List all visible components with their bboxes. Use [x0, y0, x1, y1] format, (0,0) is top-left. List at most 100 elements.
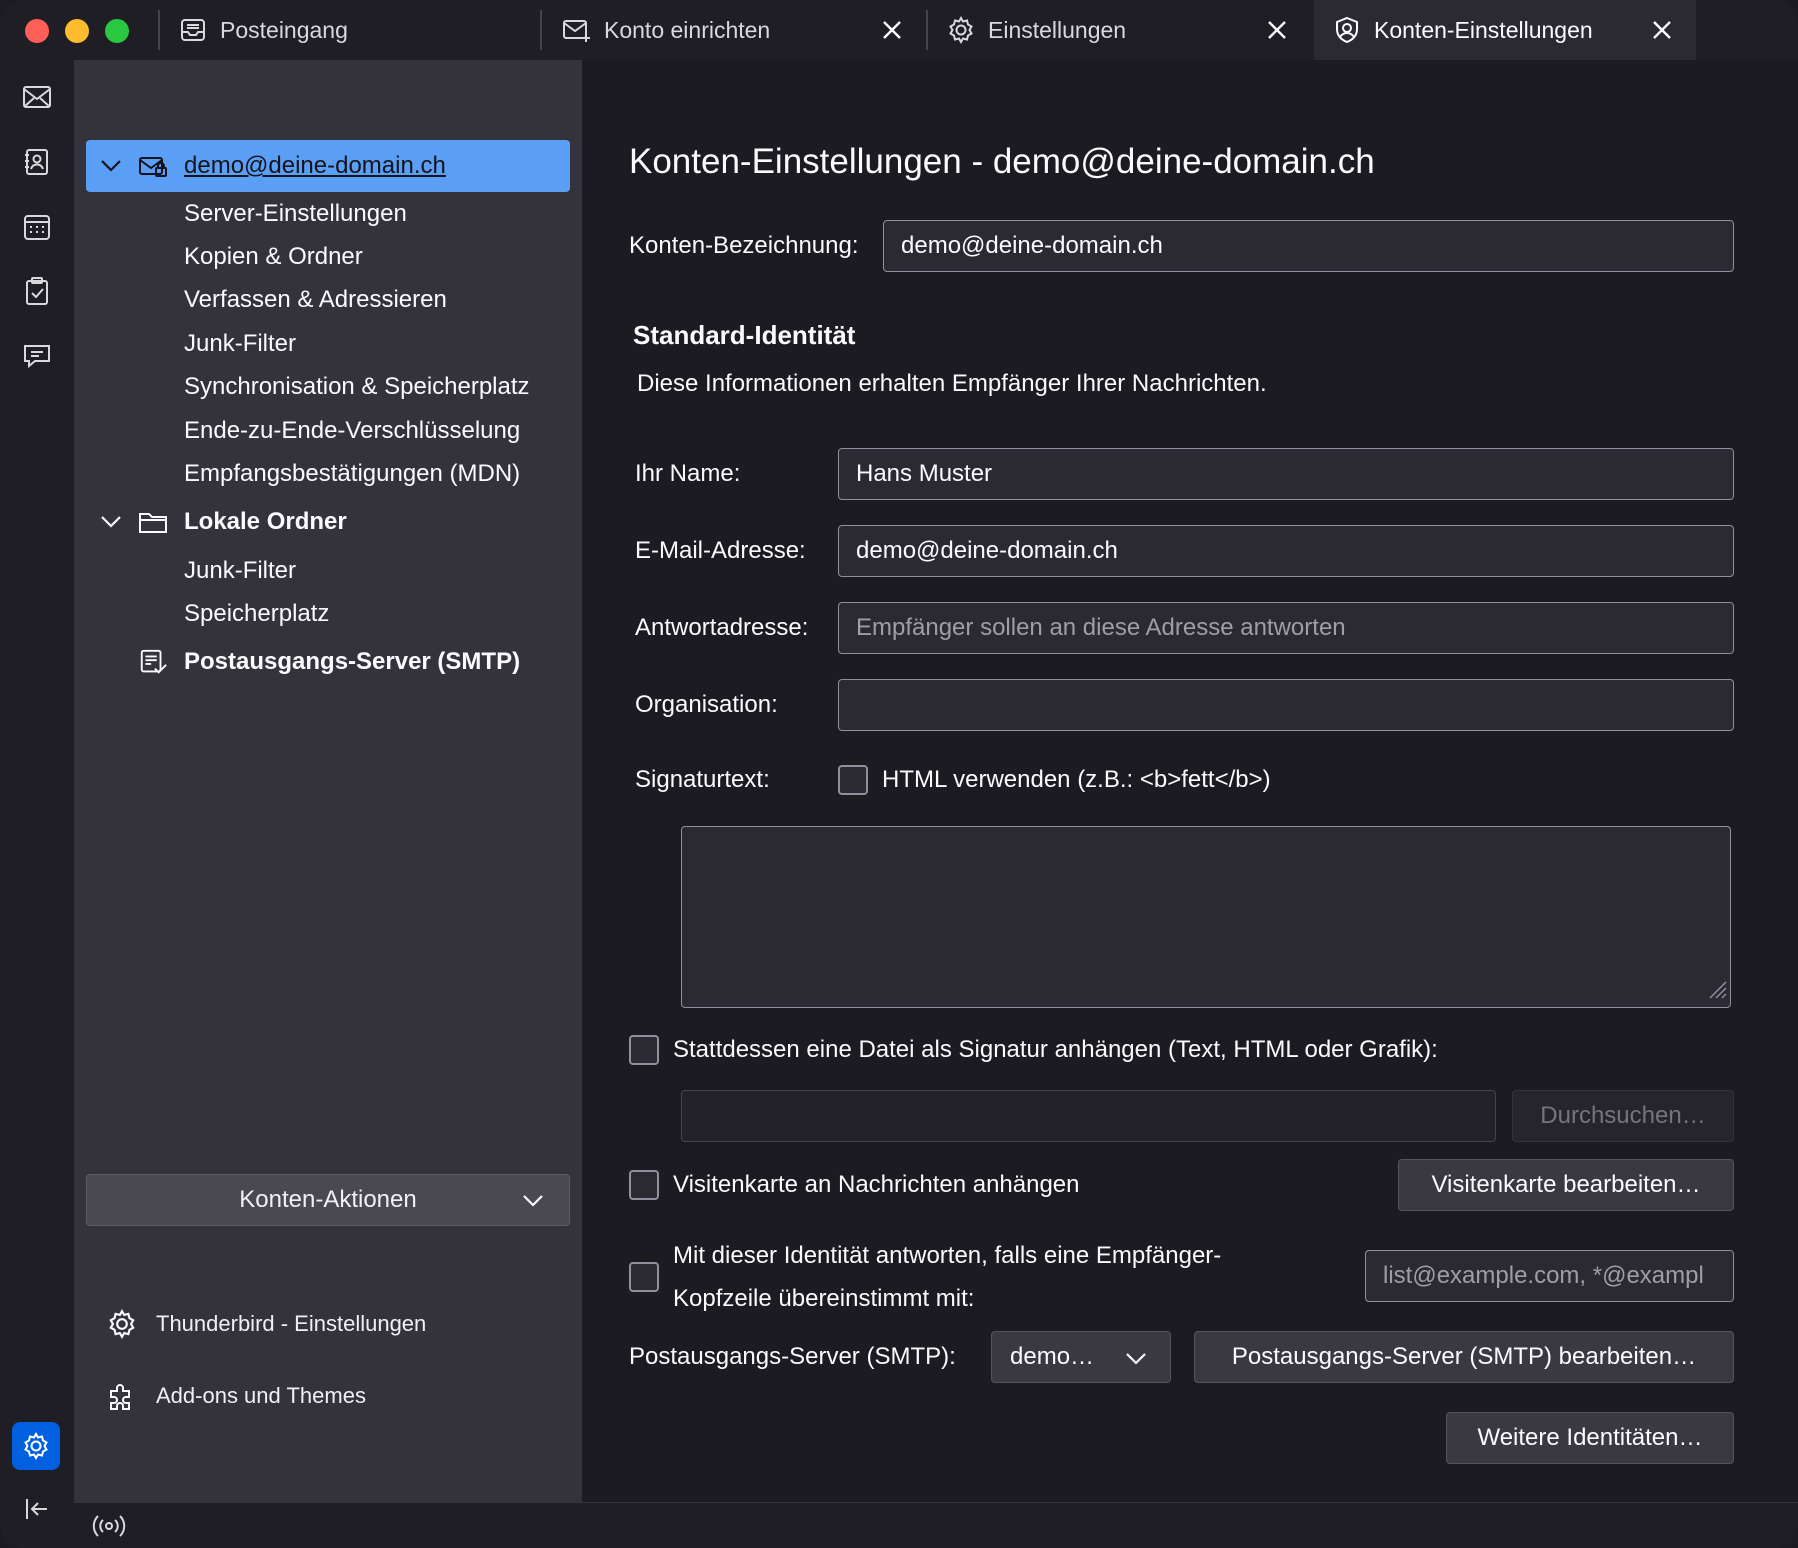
- page-title: Konten-Einstellungen - demo@deine-domain…: [629, 142, 1375, 181]
- identity-description: Diese Informationen erhalten Empfänger I…: [637, 370, 1267, 397]
- collapse-toolbar-icon[interactable]: [16, 1488, 58, 1530]
- tab-account-settings-label: Konten-Einstellungen: [1374, 16, 1593, 43]
- reply-to-label: Antwortadresse:: [635, 614, 809, 641]
- folder-icon: [138, 507, 168, 537]
- tree-item-sync-storage[interactable]: Synchronisation & Speicherplatz: [86, 365, 570, 409]
- tab-bar: Posteingang Konto einrichten Einstellung…: [0, 0, 1798, 60]
- account-icon: [1332, 15, 1362, 45]
- smtp-select[interactable]: demo…: [991, 1331, 1171, 1383]
- account-name-input[interactable]: demo@deine-domain.ch: [883, 220, 1734, 272]
- chevron-down-icon: [519, 1187, 547, 1215]
- signature-label: Signaturtext:: [635, 766, 770, 793]
- gear-icon: [946, 15, 976, 45]
- addons-themes-label: Add-ons und Themes: [156, 1383, 366, 1408]
- address-book-icon[interactable]: [16, 141, 58, 183]
- smtp-label: Postausgangs-Server (SMTP): [184, 648, 521, 675]
- reply-match-checkbox[interactable]: [629, 1262, 659, 1292]
- tree-item-e2e-encryption[interactable]: Ende-zu-Ende-Verschlüsselung: [86, 409, 570, 453]
- edit-smtp-button[interactable]: Postausgangs-Server (SMTP) bearbeiten…: [1194, 1331, 1734, 1383]
- addons-themes-link[interactable]: Add-ons und Themes: [104, 1374, 366, 1418]
- close-window-button[interactable]: [25, 19, 49, 43]
- account-actions-button[interactable]: Konten-Aktionen: [86, 1174, 570, 1226]
- tree-item-local-storage[interactable]: Speicherplatz: [86, 592, 570, 636]
- reply-match-label-line1: Mit dieser Identität antworten, falls ei…: [673, 1242, 1222, 1269]
- tree-item-local-junk-filter[interactable]: Junk-Filter: [86, 549, 570, 593]
- tree-item-local-folders[interactable]: Lokale Ordner: [86, 500, 570, 544]
- close-tab-account-settings-icon[interactable]: [1646, 14, 1678, 46]
- tree-item-label: Synchronisation & Speicherplatz: [184, 373, 530, 400]
- thunderbird-settings-link[interactable]: Thunderbird - Einstellungen: [104, 1302, 426, 1346]
- account-name-label: Konten-Bezeichnung:: [629, 232, 859, 259]
- settings-space-icon[interactable]: [12, 1422, 60, 1470]
- organization-input[interactable]: [838, 679, 1734, 731]
- account-email-label: demo@deine-domain.ch: [184, 152, 446, 179]
- thunderbird-settings-label: Thunderbird - Einstellungen: [156, 1311, 427, 1336]
- resize-grip-icon[interactable]: [1702, 974, 1728, 1005]
- smtp-select-label: Postausgangs-Server (SMTP):: [629, 1343, 956, 1370]
- tab-account-setup[interactable]: Konto einrichten: [562, 0, 770, 60]
- chevron-down-icon[interactable]: [98, 153, 124, 179]
- mail-setup-icon: [562, 15, 592, 45]
- tab-account-settings[interactable]: Konten-Einstellungen: [1314, 0, 1696, 60]
- signature-file-label: Stattdessen eine Datei als Signatur anhä…: [673, 1036, 1438, 1063]
- account-settings-pane: Konten-Einstellungen - demo@deine-domain…: [582, 60, 1798, 1502]
- minimize-window-button[interactable]: [65, 19, 89, 43]
- outgoing-server-icon: [138, 647, 168, 677]
- chevron-down-icon: [1124, 1346, 1148, 1374]
- attach-vcard-label: Visitenkarte an Nachrichten anhängen: [673, 1171, 1080, 1198]
- email-input[interactable]: demo@deine-domain.ch: [838, 525, 1734, 577]
- tab-inbox-label: Posteingang: [220, 16, 348, 43]
- signature-textarea[interactable]: [681, 826, 1731, 1008]
- name-input[interactable]: Hans Muster: [838, 448, 1734, 500]
- tree-item-label: Junk-Filter: [184, 330, 297, 357]
- reply-to-input[interactable]: Empfänger sollen an diese Adresse antwor…: [838, 602, 1734, 654]
- account-actions-label: Konten-Aktionen: [239, 1186, 417, 1213]
- tab-separator: [926, 10, 928, 50]
- online-status-icon[interactable]: [92, 1511, 126, 1546]
- tasks-icon[interactable]: [16, 270, 58, 312]
- more-identities-button[interactable]: Weitere Identitäten…: [1446, 1412, 1734, 1464]
- local-folders-label: Lokale Ordner: [184, 508, 347, 535]
- attach-vcard-checkbox[interactable]: [629, 1170, 659, 1200]
- tree-item-receipts[interactable]: Empfangsbestätigungen (MDN): [86, 452, 570, 496]
- name-label: Ihr Name:: [635, 460, 741, 487]
- use-html-checkbox[interactable]: [838, 765, 868, 795]
- browse-button[interactable]: Durchsuchen…: [1512, 1090, 1734, 1142]
- tree-item-smtp[interactable]: Postausgangs-Server (SMTP): [86, 640, 570, 684]
- tree-item-label: Speicherplatz: [184, 600, 330, 627]
- calendar-icon[interactable]: [16, 206, 58, 248]
- gear-icon: [104, 1306, 140, 1342]
- chat-icon[interactable]: [16, 335, 58, 377]
- email-label: E-Mail-Adresse:: [635, 537, 806, 564]
- tree-item-server-settings[interactable]: Server-Einstellungen: [86, 192, 570, 236]
- zoom-window-button[interactable]: [105, 19, 129, 43]
- reply-match-input[interactable]: list@example.com, *@exampl: [1365, 1250, 1734, 1302]
- mail-account-icon: [138, 151, 168, 181]
- tab-settings[interactable]: Einstellungen: [946, 0, 1126, 60]
- close-tab-settings-icon[interactable]: [1261, 14, 1293, 46]
- inbox-icon: [178, 15, 208, 45]
- tree-item-copies-folders[interactable]: Kopien & Ordner: [86, 235, 570, 279]
- tab-inbox[interactable]: Posteingang: [178, 0, 348, 60]
- smtp-select-value: demo…: [1010, 1343, 1095, 1370]
- tree-item-label: Verfassen & Adressieren: [184, 286, 447, 313]
- tree-item-composition[interactable]: Verfassen & Adressieren: [86, 278, 570, 322]
- tab-settings-label: Einstellungen: [988, 16, 1127, 43]
- tab-separator: [540, 10, 542, 50]
- tab-account-setup-label: Konto einrichten: [604, 16, 771, 43]
- signature-file-input[interactable]: [681, 1090, 1496, 1142]
- close-tab-account-setup-icon[interactable]: [876, 14, 908, 46]
- tree-item-label: Empfangsbestätigungen (MDN): [184, 460, 521, 487]
- mail-space-icon[interactable]: [16, 76, 58, 118]
- tree-item-junk-filter[interactable]: Junk-Filter: [86, 322, 570, 366]
- identity-section-title: Standard-Identität: [633, 320, 856, 350]
- tree-item-account[interactable]: demo@deine-domain.ch: [86, 140, 570, 192]
- account-tree-sidebar: demo@deine-domain.ch Server-Einstellunge…: [74, 60, 582, 1502]
- puzzle-icon: [104, 1378, 140, 1414]
- use-html-label: HTML verwenden (z.B.: <b>fett</b>): [882, 766, 1271, 793]
- edit-vcard-button[interactable]: Visitenkarte bearbeiten…: [1398, 1159, 1734, 1211]
- tree-item-label: Junk-Filter: [184, 557, 297, 584]
- signature-file-checkbox[interactable]: [629, 1035, 659, 1065]
- chevron-down-icon[interactable]: [98, 509, 124, 535]
- reply-match-label-line2: Kopfzeile übereinstimmt mit:: [673, 1285, 975, 1312]
